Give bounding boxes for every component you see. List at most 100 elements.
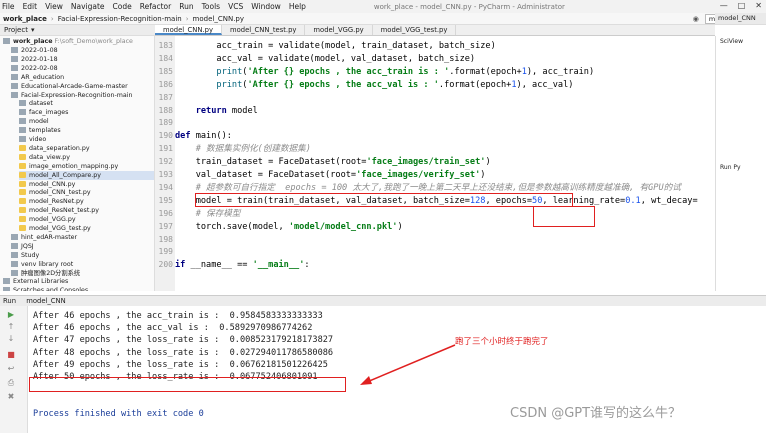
tab-model-vgg[interactable]: model_VGG.py (305, 25, 373, 35)
line-number: 186 (158, 79, 173, 89)
tree-item[interactable]: External Libraries (3, 277, 68, 286)
tree-item[interactable]: Facial-Expression-Recognition-main (11, 91, 133, 100)
tree-item[interactable]: 肿瘤图像2D分割系统 (11, 269, 80, 278)
breadcrumb-root[interactable]: work_place (3, 15, 47, 23)
run-toolwindow-header: Run model_CNN (0, 295, 766, 306)
console-line: After 49 epochs , the loss_rate is : 0.0… (33, 359, 328, 370)
tab-model-cnn[interactable]: model_CNN.py (155, 25, 222, 35)
code-line: train_dataset = FaceDataset(root='face_i… (175, 157, 491, 168)
tree-item[interactable]: model_VGG_test.py (19, 224, 91, 233)
print-icon[interactable]: ⎙ (6, 378, 16, 388)
wrap-icon[interactable]: ↩ (6, 364, 16, 374)
menu-bar: File Edit View Navigate Code Refactor Ru… (0, 0, 766, 13)
menu-view[interactable]: View (45, 2, 63, 11)
tree-item-label: 肿瘤图像2D分割系统 (21, 269, 81, 277)
menu-help[interactable]: Help (289, 2, 306, 11)
code-line: acc_train = validate(model, train_datase… (175, 41, 496, 51)
tree-item[interactable]: model_CNN_test.py (19, 188, 91, 197)
menu-edit[interactable]: Edit (23, 2, 38, 11)
tree-item[interactable]: image_emotion_mapping.py (19, 162, 118, 171)
final-loss-highlight-box (29, 377, 346, 392)
maximize-icon[interactable]: □ (738, 1, 746, 10)
tree-item-label: Scratches and Consoles (13, 287, 89, 291)
code-line: return model (195, 105, 258, 116)
line-number: 194 (158, 182, 173, 192)
scroll-down-icon[interactable]: ↓ (6, 334, 16, 344)
tree-item-label: model_CNN.py (29, 180, 76, 188)
right-run-tab[interactable]: model_CNN (715, 13, 766, 24)
menu-window[interactable]: Window (251, 2, 281, 11)
folder-icon (19, 100, 26, 107)
tree-item[interactable]: Educational-Arcade-Game-master (11, 82, 128, 91)
tree-item[interactable]: model_VGG.py (19, 215, 76, 224)
line-number-gutter: 183 184 185 186 187 188 189 190 191 192 193 194 195 1… (155, 36, 175, 291)
menu-vcs[interactable]: VCS (228, 2, 243, 11)
tree-item[interactable]: hint_edAR-master (11, 233, 77, 242)
tree-item-label: 2022-01-08 (21, 47, 58, 54)
run-py-label[interactable]: Run Py (720, 164, 741, 171)
right-panel: SciView Run Py (715, 36, 766, 291)
user-icon[interactable]: ◉ (693, 15, 699, 23)
code-editor[interactable]: acc_train = validate(model, train_datase… (175, 36, 715, 291)
menu-refactor[interactable]: Refactor (140, 2, 171, 11)
tree-item[interactable]: Study (11, 251, 39, 260)
minimize-icon[interactable]: — (720, 1, 728, 10)
tree-item[interactable]: 2022-01-08 (11, 46, 58, 55)
console-line: After 48 epochs , the loss_rate is : 0.0… (33, 347, 334, 358)
tree-item-label: JQSJ (21, 242, 34, 250)
tab-model-cnn-test[interactable]: model_CNN_test.py (222, 25, 306, 35)
chevron-down-icon[interactable]: ▾ (31, 26, 35, 34)
project-label[interactable]: Project (4, 26, 28, 34)
tree-item[interactable]: 2022-02-08 (11, 64, 58, 73)
folder-icon (11, 233, 18, 240)
rerun-icon[interactable]: ▶ (6, 310, 16, 320)
line-number: 200 (158, 260, 173, 270)
tree-item[interactable]: model_ResNet.py (19, 197, 84, 206)
python-file-icon (19, 207, 26, 214)
menu-run[interactable]: Run (179, 2, 193, 11)
menu-navigate[interactable]: Navigate (71, 2, 105, 11)
tree-item[interactable]: video (19, 135, 46, 144)
folder-icon (3, 278, 10, 285)
console-line: After 47 epochs , the loss_rate is : 0.0… (33, 335, 334, 346)
tree-item[interactable]: JQSJ (11, 242, 34, 251)
line-number: 184 (158, 53, 173, 63)
breadcrumb-file[interactable]: model_CNN.py (193, 15, 244, 23)
tree-item[interactable]: model_All_Compare.py (19, 170, 154, 180)
tree-item[interactable]: dataset (19, 99, 53, 108)
tree-item[interactable]: AR_education (11, 73, 64, 82)
python-file-icon (19, 171, 26, 178)
tree-item[interactable]: face_images (19, 108, 68, 117)
run-label: Run (3, 297, 17, 305)
tree-item[interactable]: model_CNN.py (19, 180, 75, 189)
tree-root[interactable]: work_place F:\soft_Demo\work_place (3, 37, 133, 46)
tab-model-vgg-test[interactable]: model_VGG_test.py (373, 25, 457, 35)
tree-item[interactable]: data_separation.py (19, 144, 90, 153)
breadcrumb-project[interactable]: Facial-Expression-Recognition-main (58, 15, 182, 23)
python-file-icon (19, 144, 26, 151)
tree-item-label: External Libraries (13, 278, 69, 286)
tree-item[interactable]: templates (19, 126, 61, 135)
menu-tools[interactable]: Tools (202, 2, 220, 11)
run-config-tab[interactable]: model_CNN (26, 297, 65, 305)
trash-icon[interactable]: ✖ (6, 392, 16, 402)
folder-icon (3, 38, 10, 44)
line-number: 190 (158, 131, 173, 141)
tree-item[interactable]: Scratches and Consoles (3, 286, 88, 291)
line-number: 188 (158, 105, 173, 115)
scroll-up-icon[interactable]: ↑ (6, 322, 16, 332)
stop-icon[interactable]: ■ (6, 350, 16, 360)
sciview-label[interactable]: SciView (720, 38, 743, 45)
tree-item[interactable]: model (19, 117, 49, 126)
line-number: 187 (158, 92, 173, 102)
tree-item[interactable]: venv library root (11, 260, 73, 269)
annotation-text: 跑了三个小时终于跑完了 (455, 337, 549, 347)
tree-item-label: dataset (29, 100, 53, 108)
menu-file[interactable]: File (2, 2, 15, 11)
tree-item[interactable]: 2022-01-18 (11, 55, 58, 64)
menu-code[interactable]: Code (113, 2, 132, 11)
close-icon[interactable]: ✕ (755, 1, 762, 10)
tree-item[interactable]: model_ResNet_test.py (19, 206, 99, 215)
tree-item[interactable]: data_view.py (19, 153, 70, 162)
line-number: 195 (158, 195, 173, 205)
